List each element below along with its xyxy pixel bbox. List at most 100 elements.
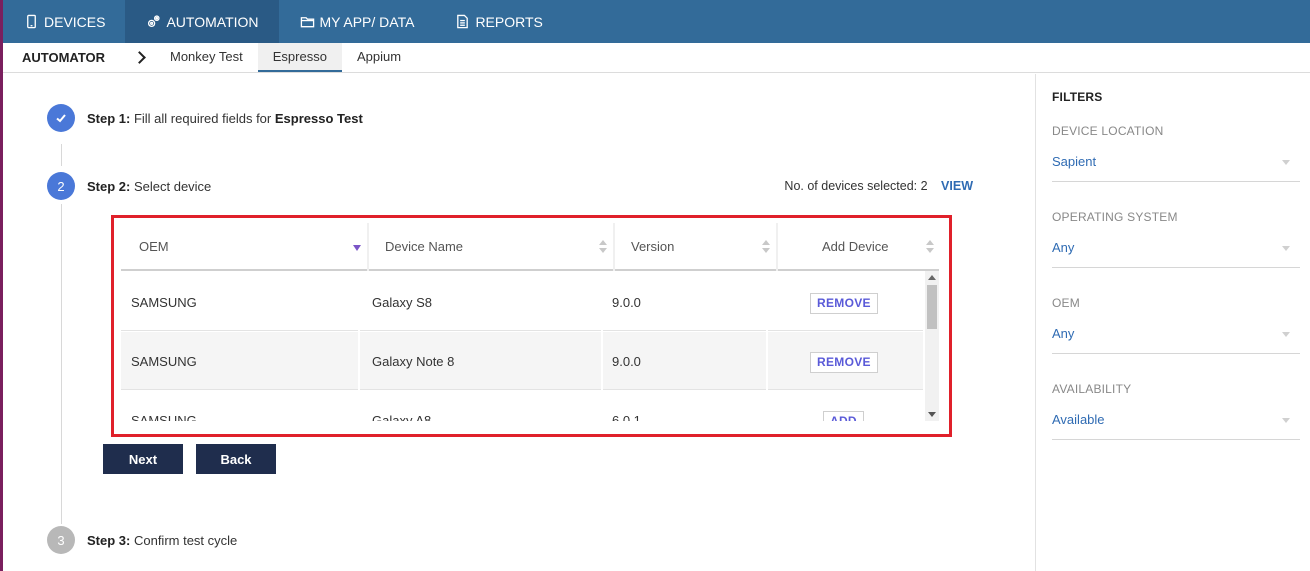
- step-1-text: Step 1: Fill all required fields for Esp…: [87, 111, 363, 126]
- step-3-text: Step 3: Confirm test cycle: [87, 533, 237, 548]
- remove-device-button[interactable]: REMOVE: [810, 293, 878, 314]
- filters-panel: FILTERS DEVICE LOCATION Sapient OPERATIN…: [1035, 74, 1310, 571]
- operating-system-select[interactable]: Any: [1052, 240, 1300, 268]
- filter-value: Sapient: [1052, 154, 1097, 169]
- caret-down-icon: [1282, 246, 1290, 251]
- col-oem[interactable]: OEM: [139, 239, 169, 254]
- tab-monkey-test[interactable]: Monkey Test: [155, 43, 258, 72]
- step-1-test-name: Espresso Test: [274, 111, 363, 126]
- step-connector: [61, 204, 62, 524]
- table-row: SAMSUNG Galaxy A8 6.0.1 ADD: [121, 391, 923, 421]
- cell-oem: SAMSUNG: [131, 295, 197, 310]
- cell-version: 9.0.0: [612, 354, 641, 369]
- col-divider: [358, 273, 360, 331]
- breadcrumb: AUTOMATOR: [3, 43, 155, 72]
- sort-desc-icon[interactable]: [353, 245, 361, 251]
- col-divider: [766, 391, 768, 421]
- col-divider: [601, 273, 603, 331]
- device-location-select[interactable]: Sapient: [1052, 154, 1300, 182]
- table-row: SAMSUNG Galaxy Note 8 9.0.0 REMOVE: [121, 332, 923, 390]
- col-divider: [601, 391, 603, 421]
- nav-devices-label: DEVICES: [44, 13, 106, 30]
- chevron-right-icon: [133, 51, 146, 64]
- cell-device-name: Galaxy S8: [372, 295, 432, 310]
- col-device-name[interactable]: Device Name: [385, 239, 463, 254]
- filter-oem: OEM Any: [1052, 296, 1300, 354]
- cell-version: 6.0.1: [612, 413, 641, 421]
- step-1-desc: Fill all required fields for: [133, 111, 272, 126]
- tab-espresso[interactable]: Espresso: [257, 43, 342, 72]
- table-scrollbar[interactable]: [925, 271, 939, 421]
- col-divider: [776, 223, 778, 271]
- caret-down-icon: [1282, 418, 1290, 423]
- phone-icon: [27, 14, 36, 29]
- filter-label: DEVICE LOCATION: [1052, 124, 1164, 138]
- col-divider: [601, 332, 603, 390]
- nav-automation[interactable]: AUTOMATION: [125, 0, 279, 43]
- col-divider: [367, 223, 369, 271]
- step-2-desc: Select device: [133, 179, 212, 194]
- col-divider: [358, 332, 360, 390]
- next-button[interactable]: Next: [103, 444, 183, 474]
- tab-appium[interactable]: Appium: [342, 43, 416, 72]
- col-version[interactable]: Version: [631, 239, 674, 254]
- filter-value: Available: [1052, 412, 1105, 427]
- col-divider: [766, 332, 768, 390]
- nav-my-app-data[interactable]: MY APP/ DATA: [279, 0, 435, 43]
- devices-selected: No. of devices selected: 2 VIEW: [784, 179, 973, 193]
- caret-down-icon: [1282, 332, 1290, 337]
- step-3-label: Step 3:: [87, 533, 131, 548]
- device-table-highlight: OEM Device Name Version Add Device SAMSU…: [111, 215, 952, 437]
- filter-operating-system: OPERATING SYSTEM Any: [1052, 210, 1300, 268]
- cell-device-name: Galaxy Note 8: [372, 354, 455, 369]
- col-divider: [613, 223, 615, 271]
- filter-device-location: DEVICE LOCATION Sapient: [1052, 124, 1300, 182]
- col-divider: [358, 391, 360, 421]
- cell-oem: SAMSUNG: [131, 413, 197, 421]
- scroll-thumb[interactable]: [927, 285, 937, 329]
- filter-label: AVAILABILITY: [1052, 382, 1132, 396]
- cell-version: 9.0.0: [612, 295, 641, 310]
- check-icon: [56, 114, 66, 123]
- view-selected-link[interactable]: VIEW: [941, 179, 973, 193]
- sort-icon[interactable]: [599, 240, 607, 254]
- sub-nav: AUTOMATOR Monkey Test Espresso Appium: [3, 43, 1310, 73]
- folder-icon: [300, 17, 314, 28]
- scroll-down-icon[interactable]: [928, 412, 936, 417]
- filter-availability: AVAILABILITY Available: [1052, 382, 1300, 440]
- breadcrumb-automator[interactable]: AUTOMATOR: [22, 50, 105, 65]
- availability-select[interactable]: Available: [1052, 412, 1300, 440]
- step-3-desc: Confirm test cycle: [133, 533, 238, 548]
- filter-label: OEM: [1052, 296, 1080, 310]
- main-content: Step 1: Fill all required fields for Esp…: [3, 74, 1035, 571]
- col-divider: [766, 273, 768, 331]
- document-icon: [457, 14, 469, 29]
- step-1-check: [47, 104, 75, 132]
- step-2-text: Step 2: Select device: [87, 179, 211, 194]
- devices-selected-count: No. of devices selected: 2: [784, 179, 928, 193]
- step-3-number: 3: [47, 526, 75, 554]
- cell-device-name: Galaxy A8: [372, 413, 432, 421]
- nav-reports[interactable]: REPORTS: [434, 0, 562, 43]
- step-2-label: Step 2:: [87, 179, 131, 194]
- table-header: OEM Device Name Version Add Device: [121, 223, 939, 271]
- filters-title: FILTERS: [1052, 90, 1103, 104]
- gears-icon: [148, 15, 161, 28]
- col-add-device[interactable]: Add Device: [822, 239, 888, 254]
- nav-my-app-data-label: MY APP/ DATA: [319, 13, 415, 30]
- nav-devices[interactable]: DEVICES: [3, 0, 125, 43]
- step-connector: [61, 144, 62, 166]
- device-table: OEM Device Name Version Add Device SAMSU…: [121, 223, 939, 421]
- caret-down-icon: [1282, 160, 1290, 165]
- back-button[interactable]: Back: [196, 444, 276, 474]
- sort-icon[interactable]: [762, 240, 770, 254]
- cell-oem: SAMSUNG: [131, 354, 197, 369]
- oem-select[interactable]: Any: [1052, 326, 1300, 354]
- add-device-button[interactable]: ADD: [823, 411, 864, 421]
- remove-device-button[interactable]: REMOVE: [810, 352, 878, 373]
- scroll-up-icon[interactable]: [928, 275, 936, 280]
- nav-automation-label: AUTOMATION: [166, 13, 259, 30]
- sort-icon[interactable]: [926, 240, 934, 254]
- filter-label: OPERATING SYSTEM: [1052, 210, 1178, 224]
- filter-value: Any: [1052, 240, 1075, 255]
